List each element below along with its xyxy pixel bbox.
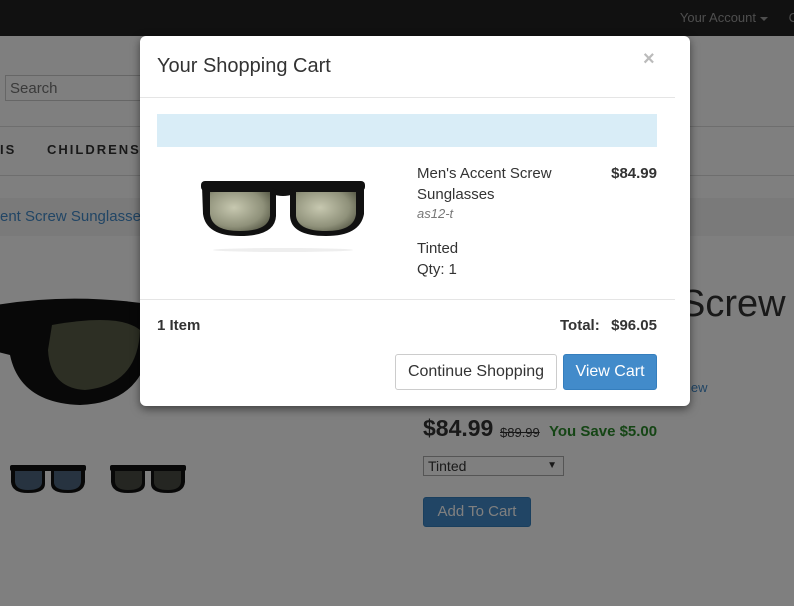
qty-label: Qty: xyxy=(417,261,445,278)
cart-item-name[interactable]: Men's Accent Screw Sunglasses xyxy=(417,163,577,205)
qty-value: 1 xyxy=(448,261,457,278)
close-icon[interactable]: × xyxy=(643,48,655,71)
footer-divider xyxy=(140,299,675,300)
cart-item-image xyxy=(201,181,365,252)
cart-item-sku: as12-t xyxy=(417,206,454,221)
cart-item-price: $84.99 xyxy=(611,165,657,182)
item-count: 1 Item xyxy=(157,317,201,334)
continue-shopping-button[interactable]: Continue Shopping xyxy=(395,354,557,390)
view-cart-button[interactable]: View Cart xyxy=(563,354,657,390)
modal-title: Your Shopping Cart xyxy=(157,55,331,77)
total-value: $96.05 xyxy=(611,317,657,334)
header-divider xyxy=(140,97,675,98)
shopping-cart-modal: Your Shopping Cart × Men's Accent Screw … xyxy=(140,36,690,406)
total-label: Total: xyxy=(560,317,600,334)
cart-item-option: Tinted xyxy=(417,240,459,257)
cart-item-qty: Qty: 1 xyxy=(417,261,457,278)
cart-alert xyxy=(157,114,657,147)
